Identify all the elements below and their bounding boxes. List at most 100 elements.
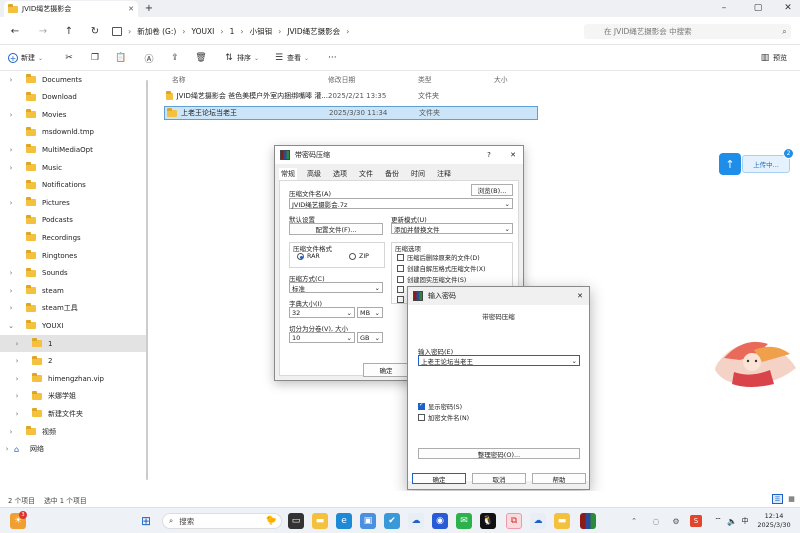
- chevron-right-icon[interactable]: ›: [6, 76, 16, 84]
- breadcrumb-item[interactable]: YOUXI: [191, 27, 214, 36]
- search-input[interactable]: 在 JVID绳艺摄影会 中搜索: [584, 24, 791, 39]
- chevron-right-icon[interactable]: ›: [12, 357, 22, 365]
- chevron-right-icon[interactable]: ›: [6, 428, 16, 436]
- edge-browser-icon[interactable]: e: [336, 513, 352, 529]
- cut-icon[interactable]: ✂: [64, 53, 74, 63]
- chevron-right-icon[interactable]: ›: [2, 445, 12, 453]
- up-arrow-icon[interactable]: ↑: [62, 24, 76, 38]
- maximize-button[interactable]: ▢: [748, 1, 768, 15]
- password-input[interactable]: 上老王论坛当老王 ⌄: [418, 355, 580, 366]
- split-unit-select[interactable]: GB ⌄: [357, 332, 383, 343]
- help-button[interactable]: 帮助: [532, 473, 586, 484]
- sidebar-item[interactable]: › 2: [0, 353, 148, 370]
- app-icon[interactable]: ◉: [432, 513, 448, 529]
- wifi-icon[interactable]: ⌔: [712, 515, 724, 527]
- sidebar-scrollbar[interactable]: [146, 80, 148, 480]
- tiles-view-icon[interactable]: ▦: [786, 494, 797, 504]
- sidebar-item[interactable]: Download: [0, 89, 148, 106]
- chevron-right-icon[interactable]: ›: [6, 111, 16, 119]
- dictionary-select[interactable]: 32 ⌄: [289, 307, 355, 318]
- sidebar-item[interactable]: › 新建文件夹: [0, 405, 148, 422]
- format-rar-radio[interactable]: RAR: [297, 253, 320, 260]
- app-icon[interactable]: ☁: [530, 513, 546, 529]
- ok-button[interactable]: 确定: [363, 363, 409, 377]
- option-solid[interactable]: 创建固实压缩文件(S): [397, 275, 466, 284]
- task-view-icon[interactable]: ▭: [288, 513, 304, 529]
- refresh-icon[interactable]: ↻: [88, 24, 102, 38]
- update-mode-select[interactable]: 添加并替换文件 ⌄: [391, 223, 513, 234]
- sidebar-item[interactable]: › 1: [0, 335, 148, 352]
- sidebar-item[interactable]: › 视频: [0, 423, 148, 440]
- winrar-icon[interactable]: [580, 513, 596, 529]
- breadcrumb-item[interactable]: JVID绳艺摄影会: [287, 26, 340, 37]
- sidebar-item[interactable]: › steam: [0, 282, 148, 299]
- column-header-name[interactable]: 名称: [172, 74, 186, 84]
- chevron-down-icon[interactable]: ⌄: [6, 322, 16, 330]
- sidebar-item[interactable]: › MultiMediaOpt: [0, 141, 148, 158]
- option-hidden-2[interactable]: [397, 296, 404, 303]
- upload-widget[interactable]: ↑ 上传中... 2: [719, 148, 794, 175]
- sidebar-item[interactable]: › Movies: [0, 106, 148, 123]
- archive-name-field[interactable]: JVID绳艺摄影会.7z ⌄: [289, 198, 513, 209]
- breadcrumb[interactable]: › 新加卷 (G:) › YOUXI › 1 › 小钼钼 › JVID绳艺摄影会 ›: [112, 24, 577, 39]
- sidebar-item[interactable]: › ⌂ 网络: [0, 441, 148, 458]
- sidebar-item[interactable]: Ringtones: [0, 247, 148, 264]
- sidebar-item[interactable]: msdownld.tmp: [0, 124, 148, 141]
- option-delete-after[interactable]: 压缩后删除原来的文件(D): [397, 253, 480, 262]
- minimize-button[interactable]: –: [714, 1, 734, 15]
- cancel-button[interactable]: 取消: [472, 473, 526, 484]
- preview-button[interactable]: ▥ 预览: [760, 51, 787, 65]
- upload-status-label[interactable]: 上传中...: [742, 155, 790, 173]
- column-header-type[interactable]: 类型: [418, 74, 432, 84]
- rename-icon[interactable]: Ⓐ: [144, 53, 154, 65]
- baidu-netdisk-icon[interactable]: ☁: [408, 513, 424, 529]
- close-button[interactable]: ✕: [778, 1, 798, 15]
- show-password-checkbox[interactable]: 显示密码(S): [418, 401, 462, 411]
- tray-app-icon[interactable]: S: [690, 515, 702, 527]
- sidebar-item[interactable]: Notifications: [0, 177, 148, 194]
- sidebar-item[interactable]: › steam工具: [0, 300, 148, 317]
- chevron-right-icon[interactable]: ›: [6, 304, 16, 312]
- more-button[interactable]: ···: [328, 51, 337, 65]
- sort-button[interactable]: ⇅ 排序 ⌄: [224, 51, 259, 65]
- option-sfx[interactable]: 创建自解压格式压缩文件(X): [397, 264, 486, 273]
- active-app-icon[interactable]: ⧉: [506, 513, 522, 529]
- help-button[interactable]: ?: [483, 149, 495, 161]
- sidebar-item[interactable]: ⌄ YOUXI: [0, 317, 148, 334]
- tray-app-icon[interactable]: ◌: [650, 515, 662, 527]
- app-icon[interactable]: ✔: [384, 513, 400, 529]
- chevron-up-icon[interactable]: ⌃: [630, 517, 638, 525]
- taskbar-search[interactable]: ⌕ 搜索 🐤: [162, 513, 282, 529]
- details-view-icon[interactable]: ☰: [772, 494, 783, 504]
- chevron-right-icon[interactable]: ›: [12, 375, 22, 383]
- qq-icon[interactable]: 🐧: [480, 513, 496, 529]
- dialog-close-button[interactable]: ✕: [574, 290, 586, 302]
- start-windows-icon[interactable]: ⊞: [138, 513, 154, 529]
- sidebar-item[interactable]: Recordings: [0, 229, 148, 246]
- back-arrow-icon[interactable]: ←: [8, 24, 22, 38]
- browse-button[interactable]: 浏览(B)...: [471, 184, 513, 196]
- chevron-right-icon[interactable]: ›: [6, 164, 16, 172]
- wechat-icon[interactable]: ✉: [456, 513, 472, 529]
- tray-app-icon[interactable]: ⚙: [670, 515, 682, 527]
- input-language-indicator[interactable]: 中: [739, 515, 751, 527]
- dictionary-unit-select[interactable]: MB ⌄: [357, 307, 383, 318]
- chevron-right-icon[interactable]: ›: [12, 392, 22, 400]
- tab-current-folder[interactable]: JVID绳艺摄影会 ✕: [4, 1, 138, 17]
- paste-icon[interactable]: 📋: [115, 53, 126, 63]
- chevron-right-icon[interactable]: ›: [6, 146, 16, 154]
- sidebar-item[interactable]: › Pictures: [0, 194, 148, 211]
- new-tab-button[interactable]: +: [142, 2, 156, 15]
- sidebar-item[interactable]: Podcasts: [0, 212, 148, 229]
- sidebar-item[interactable]: › 米娜学姐: [0, 388, 148, 405]
- split-size-select[interactable]: 10 ⌄: [289, 332, 355, 343]
- format-zip-radio[interactable]: ZIP: [349, 253, 369, 260]
- chevron-right-icon[interactable]: ›: [6, 269, 16, 277]
- volume-icon[interactable]: 🔈: [726, 515, 738, 527]
- sidebar-item[interactable]: › Music: [0, 159, 148, 176]
- ok-button[interactable]: 确定: [412, 473, 466, 484]
- encrypt-names-checkbox[interactable]: 加密文件名(N): [418, 413, 469, 422]
- column-header-date[interactable]: 修改日期: [328, 74, 355, 84]
- tab-close-icon[interactable]: ✕: [128, 5, 134, 13]
- breadcrumb-item[interactable]: 小钼钼: [250, 26, 273, 37]
